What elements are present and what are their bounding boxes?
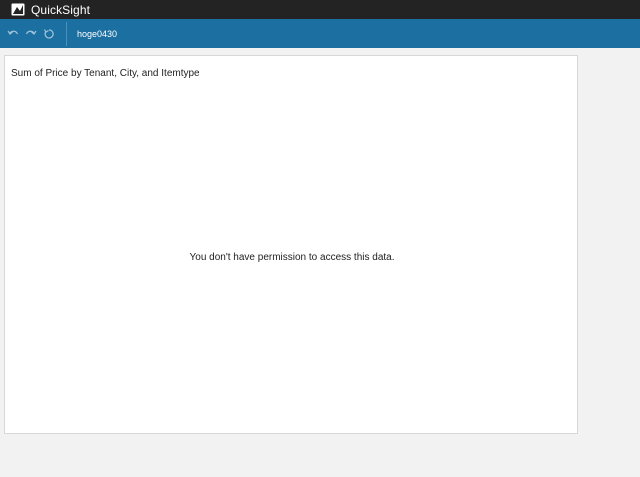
permission-message: You don't have permission to access this…	[189, 252, 395, 263]
redo-icon[interactable]	[24, 27, 38, 41]
dashboard-canvas: Sum of Price by Tenant, City, and Itemty…	[0, 48, 640, 477]
visual-card[interactable]: Sum of Price by Tenant, City, and Itemty…	[4, 55, 578, 434]
toolbar-divider	[66, 21, 67, 46]
app-header: QuickSight	[0, 0, 640, 19]
toolbar: hoge0430	[0, 19, 640, 48]
undo-icon[interactable]	[6, 27, 20, 41]
sheet-name[interactable]: hoge0430	[77, 29, 117, 39]
visual-title: Sum of Price by Tenant, City, and Itemty…	[11, 68, 200, 79]
app-title[interactable]: QuickSight	[31, 3, 90, 17]
quicksight-logo-icon[interactable]	[11, 3, 25, 16]
reset-icon[interactable]	[42, 27, 56, 41]
